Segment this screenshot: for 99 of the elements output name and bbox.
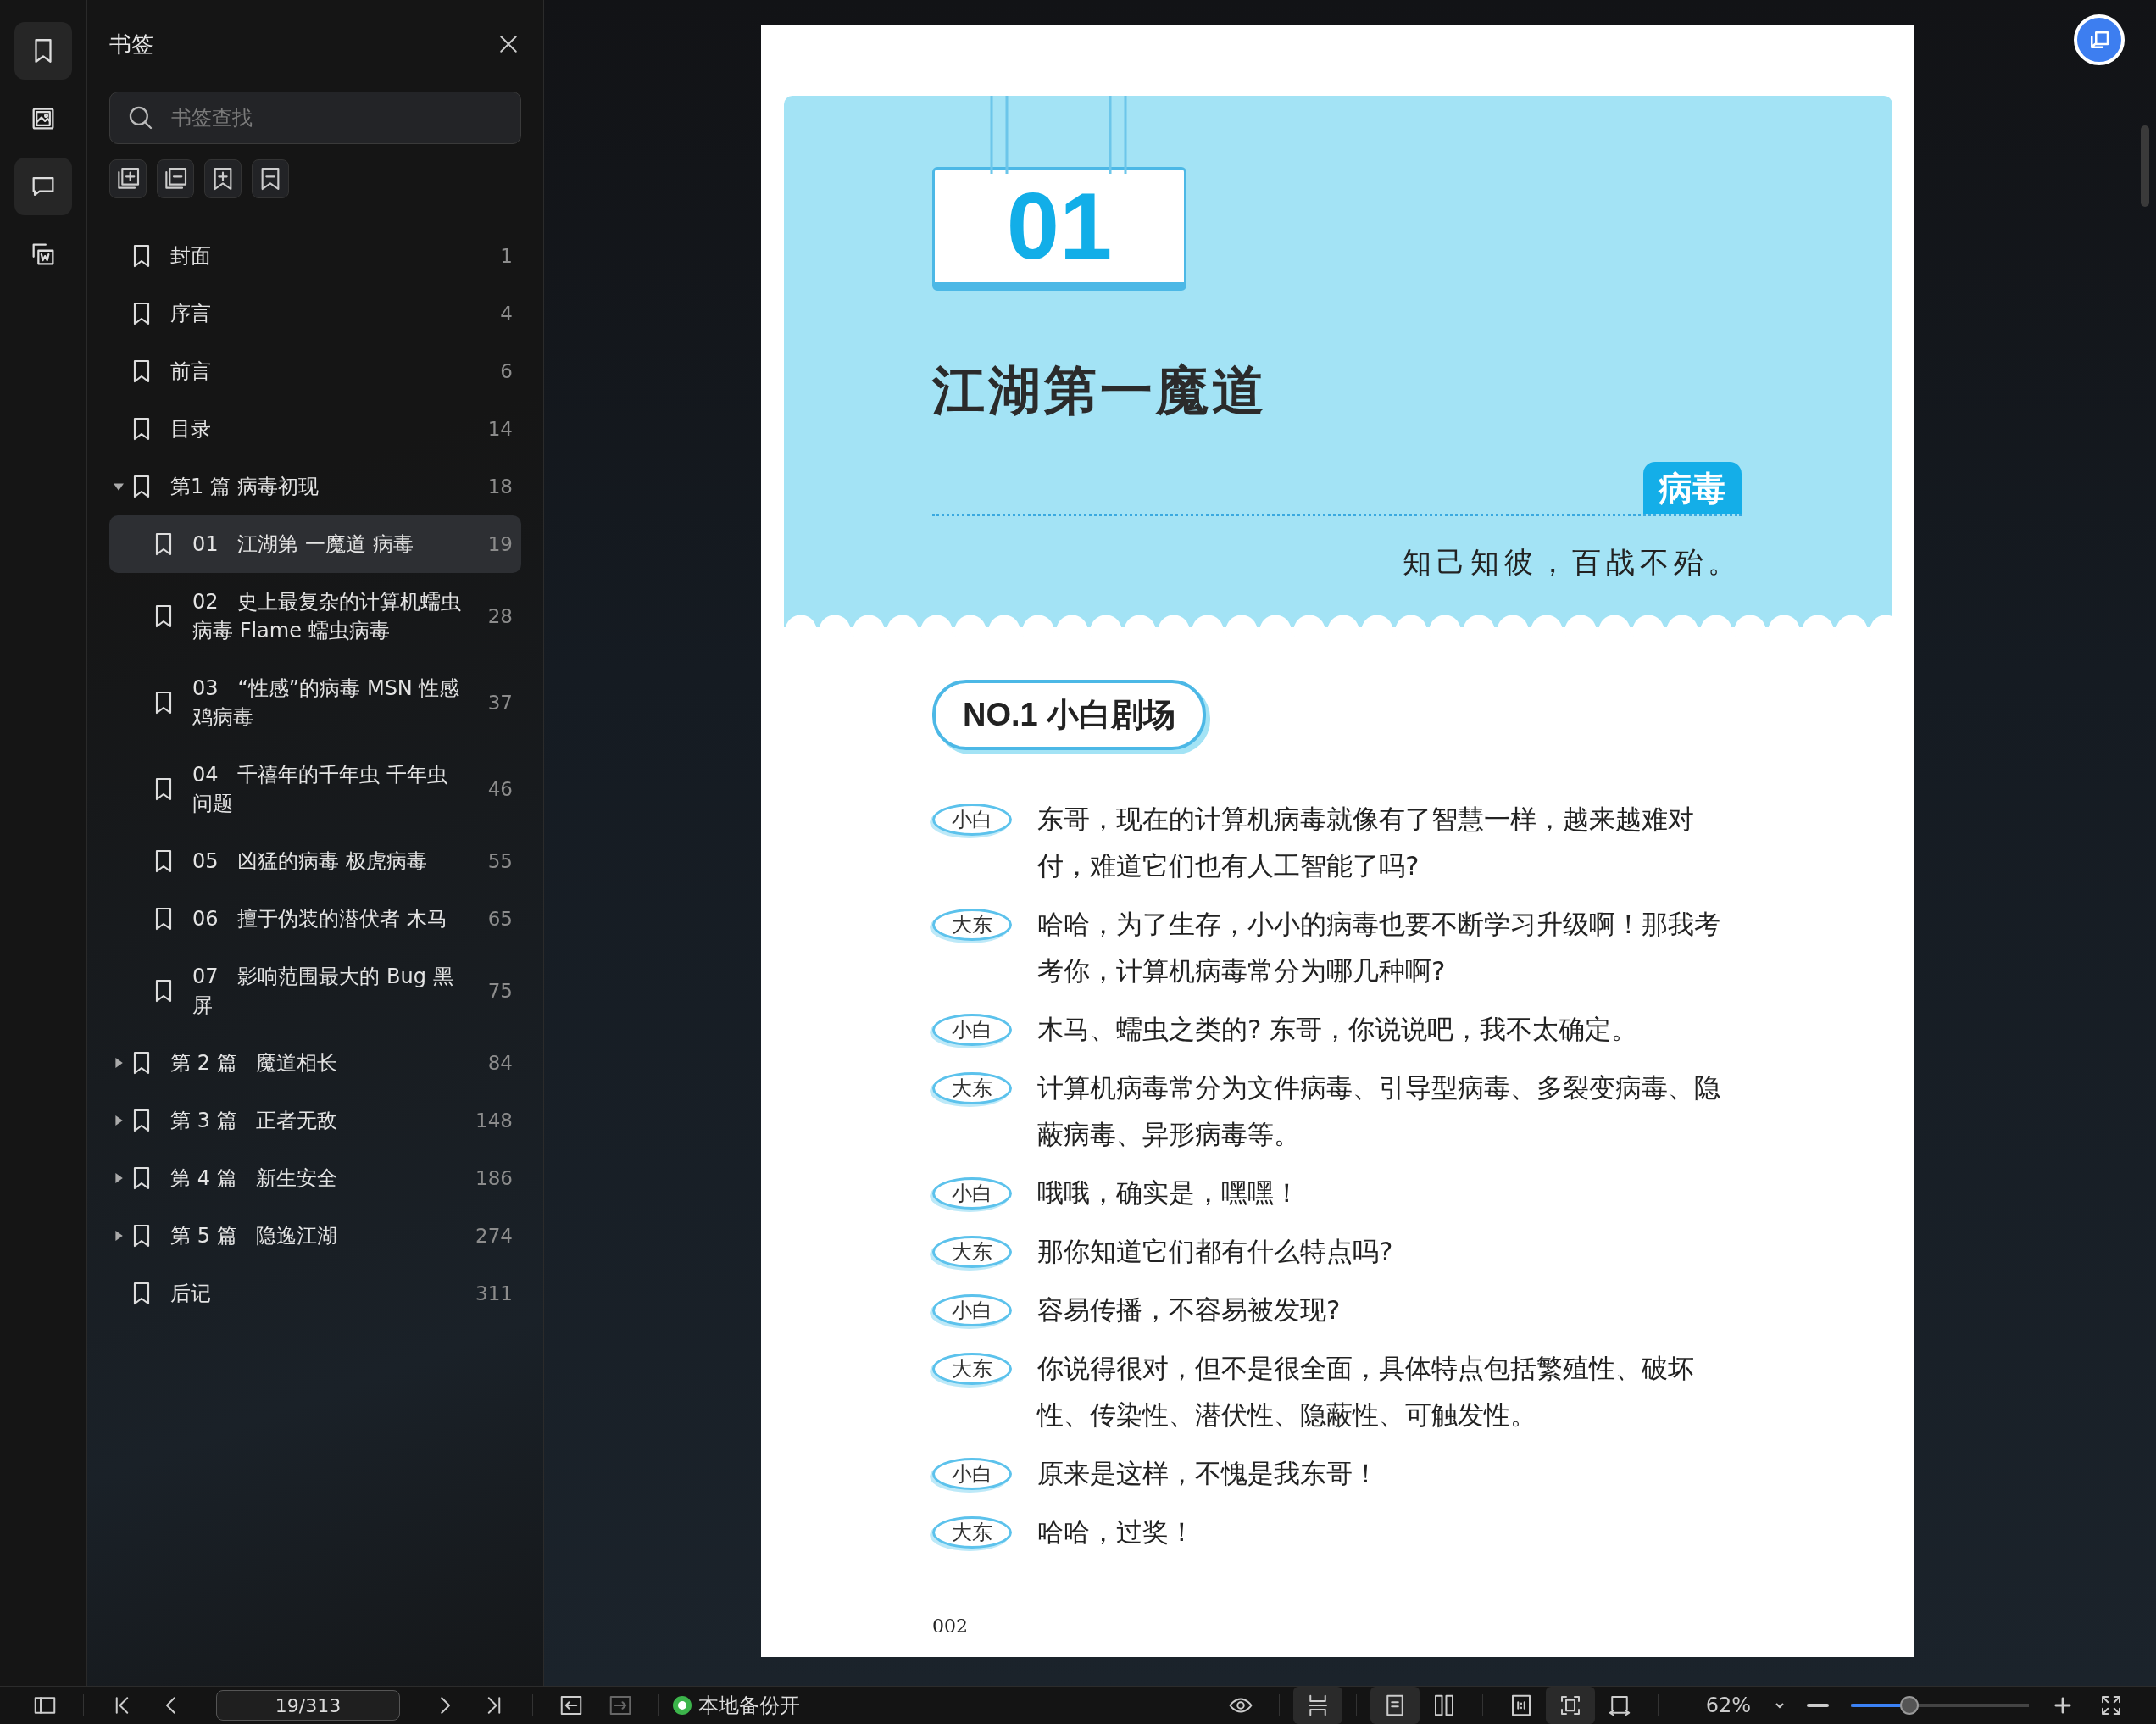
speaker-tag: 大东 bbox=[932, 1236, 1012, 1268]
speaker-tag: 小白 bbox=[932, 804, 1012, 836]
page-number: 19 bbox=[486, 533, 513, 555]
page-number: 28 bbox=[486, 605, 513, 627]
bookmark-item[interactable]: 前言 6 bbox=[109, 342, 521, 400]
remove-child-bookmark-button[interactable] bbox=[157, 159, 194, 198]
speaker-tag: 小白 bbox=[932, 1294, 1012, 1326]
bookmark-item[interactable]: 第 3 篇 正者无敌 148 bbox=[109, 1092, 521, 1149]
speaker-tag: 大东 bbox=[932, 909, 1012, 941]
dialogue-text: 容易传播，不容易被发现? bbox=[1037, 1293, 1342, 1326]
minus-icon bbox=[1807, 1704, 1829, 1707]
zoom-dropdown[interactable]: 62% bbox=[1697, 1693, 1795, 1717]
continuous-scroll-button[interactable] bbox=[1292, 1687, 1342, 1724]
page-number: 148 bbox=[475, 1109, 513, 1132]
bookmark-label: 后记 bbox=[170, 1281, 212, 1307]
dialogue-text: 你说得很对，但不是很全面，具体特点包括繁殖性、破坏性、传染性、潜伏性、隐蔽性、可触发性。 bbox=[1037, 1352, 1695, 1432]
speaker-tag: 大东 bbox=[932, 1516, 1012, 1549]
page-number: 37 bbox=[486, 692, 513, 714]
page-number: 6 bbox=[499, 360, 513, 382]
bookmark-label: 前言 bbox=[170, 359, 212, 385]
bookmark-label: 04 千禧年的千年虫 千年虫问题 bbox=[192, 762, 449, 817]
bookmark-label: 01 江湖第 一魔道 病毒 bbox=[192, 531, 414, 558]
page-number: 84 bbox=[486, 1052, 513, 1074]
page-number: 274 bbox=[475, 1225, 513, 1247]
collapsed-arrow-icon[interactable] bbox=[114, 1115, 124, 1126]
page-number: 311 bbox=[475, 1282, 513, 1304]
speaker-tag: 小白 bbox=[932, 1177, 1012, 1210]
bookmark-label: 06 擅于伪装的潜伏者 木马 bbox=[192, 906, 449, 932]
page-number: 1 bbox=[499, 245, 513, 267]
search-field[interactable]: 书签查找 bbox=[109, 92, 521, 144]
page-number: 14 bbox=[486, 418, 513, 440]
page-number: 46 bbox=[486, 778, 513, 800]
page-number: 55 bbox=[486, 850, 513, 872]
bookmark-label: 第1 篇 病毒初现 bbox=[170, 474, 320, 500]
bookmark-label: 封面 bbox=[170, 243, 212, 270]
convert-button[interactable] bbox=[2074, 14, 2125, 65]
dialogue-text: 哈哈，过奖！ bbox=[1037, 1515, 1196, 1549]
collapsed-arrow-icon[interactable] bbox=[114, 1231, 124, 1241]
page-number: 75 bbox=[486, 980, 513, 1002]
speaker-tag: 小白 bbox=[932, 1014, 1012, 1046]
bookmark-label: 02 史上最复杂的计算机蠕虫病毒 Flame 蠕虫病毒 bbox=[192, 589, 462, 644]
bookmark-item[interactable]: 封面 1 bbox=[109, 227, 521, 285]
add-bookmark-button[interactable] bbox=[204, 159, 242, 198]
page-number: 18 bbox=[486, 475, 513, 498]
comment-tab[interactable] bbox=[14, 158, 72, 215]
bookmark-item[interactable]: 04 千禧年的千年虫 千年虫问题 46 bbox=[109, 746, 521, 832]
bookmark-label: 第 2 篇 魔道相长 bbox=[170, 1050, 339, 1076]
page-footer-number: 002 bbox=[932, 1616, 969, 1637]
speaker-tag: 大东 bbox=[932, 1353, 1012, 1385]
dialogue-text: 哈哈，为了生存，小小的病毒也要不断学习升级啊！那我考考你，计算机病毒常分为哪几种啊? bbox=[1037, 908, 1721, 987]
dialogue-text: 木马、蠕虫之类的? 东哥，你说说吧，我不太确定。 bbox=[1037, 1013, 1639, 1046]
bookmark-label: 第 4 篇 新生安全 bbox=[170, 1165, 339, 1192]
page-field[interactable]: 19/313 bbox=[216, 1690, 400, 1721]
chapter-number: 01 bbox=[1006, 178, 1113, 274]
page-number: 65 bbox=[486, 908, 513, 930]
bookmark-item[interactable]: 第 5 篇 隐逸江湖 274 bbox=[109, 1207, 521, 1265]
bookmark-label: 目录 bbox=[170, 416, 212, 442]
chapter-tag: 病毒 bbox=[1643, 462, 1742, 514]
dialogue-text: 哦哦，确实是，嘿嘿！ bbox=[1037, 1176, 1301, 1210]
speaker-tag: 大东 bbox=[932, 1072, 1012, 1104]
bookmark-label: 序言 bbox=[170, 301, 212, 327]
page-number: 4 bbox=[499, 303, 513, 325]
bookmark-item[interactable]: 第 2 篇 魔道相长 84 bbox=[109, 1034, 521, 1092]
bookmark-item[interactable]: 01 江湖第 一魔道 病毒 19 bbox=[109, 515, 521, 573]
chapter-title: 江湖第一魔道 bbox=[932, 359, 1269, 423]
panel-title: 书签 bbox=[109, 30, 153, 58]
bookmark-item[interactable]: 目录 14 bbox=[109, 400, 521, 458]
backup-status: 本地备份开 bbox=[698, 1693, 800, 1719]
page-number: 186 bbox=[475, 1167, 513, 1189]
bookmark-item[interactable]: 第1 篇 病毒初现 18 bbox=[109, 458, 521, 515]
bookmark-item[interactable]: 05 凶猛的病毒 极虎病毒 55 bbox=[109, 832, 521, 890]
bookmark-item[interactable]: 后记 311 bbox=[109, 1265, 521, 1322]
bookmark-label: 03 “性感”的病毒 MSN 性感鸡病毒 bbox=[192, 676, 461, 731]
bookmark-item[interactable]: 06 擅于伪装的潜伏者 木马 65 bbox=[109, 890, 521, 948]
speaker-tag: 小白 bbox=[932, 1458, 1012, 1490]
dialogue-text: 那你知道它们都有什么特点吗? bbox=[1037, 1235, 1394, 1268]
bookmark-item[interactable]: 02 史上最复杂的计算机蠕虫病毒 Flame 蠕虫病毒 28 bbox=[109, 573, 521, 659]
collapsed-arrow-icon[interactable] bbox=[114, 1173, 124, 1183]
remove-bookmark-button[interactable] bbox=[252, 159, 289, 198]
dialogue-text: 计算机病毒常分为文件病毒、引导型病毒、多裂变病毒、隐蔽病毒、异形病毒等。 bbox=[1037, 1071, 1721, 1151]
dialogue-text: 原来是这样，不愧是我东哥！ bbox=[1037, 1457, 1380, 1490]
scrollbar-thumb[interactable] bbox=[2141, 125, 2149, 207]
bookmark-label: 第 3 篇 正者无敌 bbox=[170, 1108, 339, 1134]
collapsed-arrow-icon[interactable] bbox=[114, 1058, 124, 1068]
expanded-arrow-icon[interactable] bbox=[114, 481, 124, 492]
bookmark-label: 07 影响范围最大的 Bug 黑屏 bbox=[192, 964, 454, 1019]
bookmark-label: 05 凶猛的病毒 极虎病毒 bbox=[192, 848, 429, 875]
fit-page-button[interactable] bbox=[1545, 1687, 1595, 1724]
bookmark-label: 第 5 篇 隐逸江湖 bbox=[170, 1223, 339, 1249]
slider-thumb[interactable] bbox=[1900, 1696, 1920, 1715]
bookmark-item[interactable]: 第 4 篇 新生安全 186 bbox=[109, 1149, 521, 1207]
add-child-bookmark-button[interactable] bbox=[109, 159, 147, 198]
bookmark-item[interactable]: 07 影响范围最大的 Bug 黑屏 75 bbox=[109, 948, 521, 1034]
bookmark-item[interactable]: 03 “性感”的病毒 MSN 性感鸡病毒 37 bbox=[109, 659, 521, 746]
bookmark-tab[interactable] bbox=[14, 22, 72, 80]
single-page-button[interactable] bbox=[1370, 1687, 1420, 1724]
chapter-motto: 知己知彼，百战不殆。 bbox=[1403, 544, 1742, 581]
bookmark-item[interactable]: 序言 4 bbox=[109, 285, 521, 342]
dialogue-text: 东哥，现在的计算机病毒就像有了智慧一样，越来越难对付，难道它们也有人工智能了吗? bbox=[1037, 803, 1695, 882]
